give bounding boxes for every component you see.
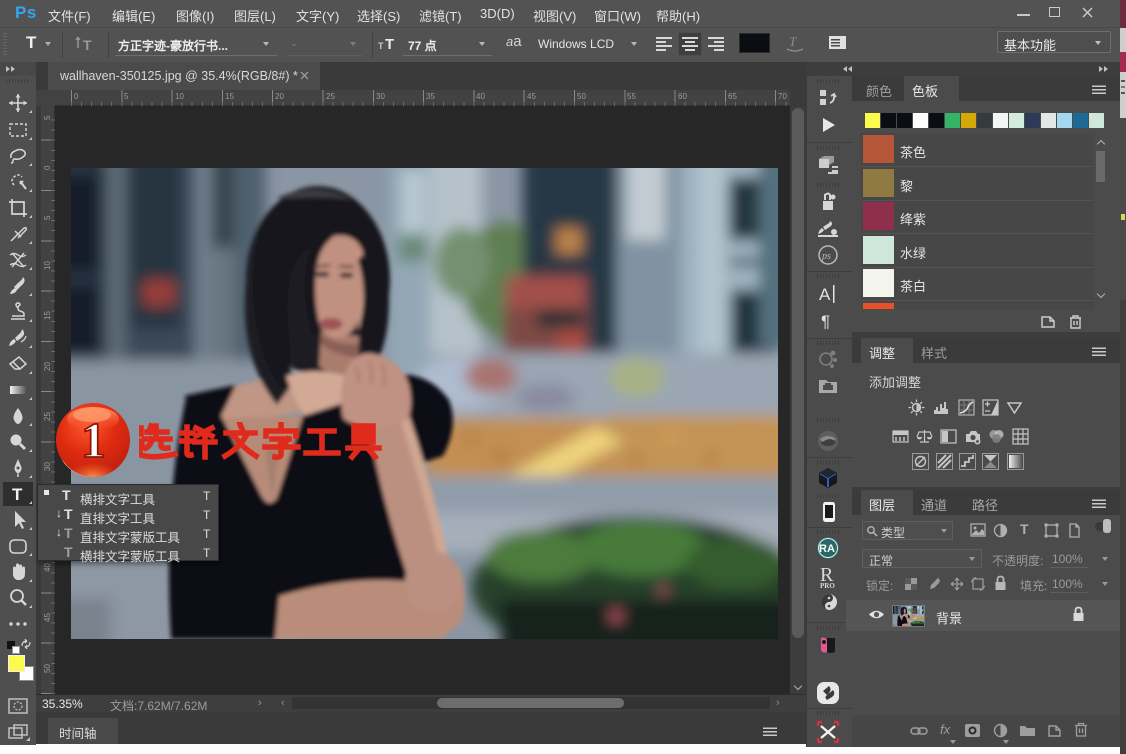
svg-text:T: T bbox=[378, 41, 384, 51]
svg-text:PRO: PRO bbox=[820, 582, 835, 590]
svg-text:T: T bbox=[789, 34, 797, 49]
svg-text:RA: RA bbox=[819, 543, 835, 555]
svg-text:T: T bbox=[83, 37, 92, 53]
svg-text:T: T bbox=[385, 36, 394, 53]
svg-text:ps: ps bbox=[821, 251, 831, 262]
svg-text:1: 1 bbox=[81, 412, 106, 468]
svg-text:¶: ¶ bbox=[821, 312, 830, 331]
svg-text:T: T bbox=[12, 485, 23, 504]
svg-text:A: A bbox=[819, 285, 831, 304]
